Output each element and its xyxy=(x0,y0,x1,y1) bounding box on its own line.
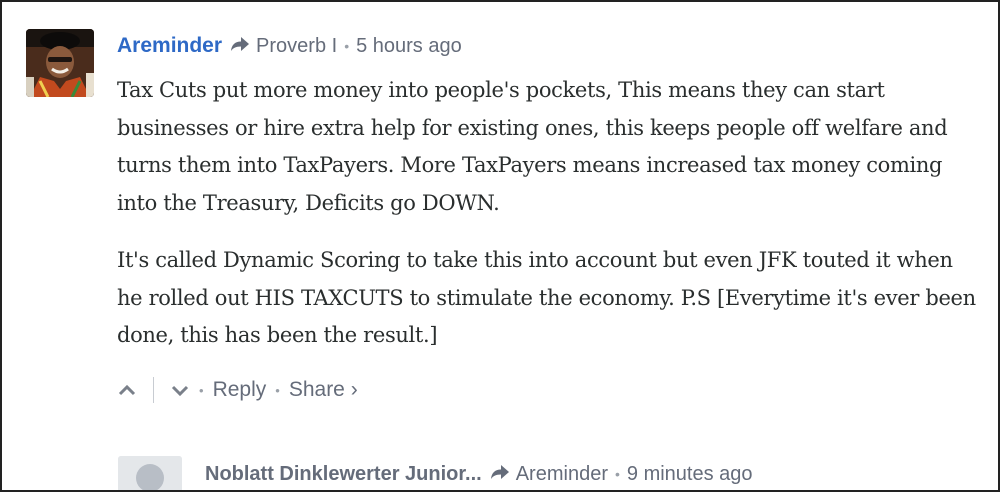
reply-comment-author[interactable]: Noblatt Dinklewerter Junior... xyxy=(205,463,482,486)
comment-actions: • Reply • Share › xyxy=(117,376,358,404)
comment-paragraph: Tax Cuts put more money into people's po… xyxy=(117,78,948,215)
comment-paragraph: It's called Dynamic Scoring to take this… xyxy=(117,248,976,347)
reply-comment-timestamp[interactable]: 9 minutes ago xyxy=(627,463,753,486)
comment-author[interactable]: Areminder xyxy=(117,34,222,58)
in-reply-to-user[interactable]: Areminder xyxy=(516,463,608,486)
default-avatar-icon xyxy=(118,456,182,490)
reply-button[interactable]: Reply xyxy=(213,378,267,402)
reply-comment-header: Noblatt Dinklewerter Junior... Areminder… xyxy=(205,461,753,487)
comment-body: Tax Cuts put more money into people's po… xyxy=(117,72,977,355)
user-photo xyxy=(26,29,94,97)
share-arrow-icon xyxy=(490,463,510,486)
separator-dot: • xyxy=(275,382,280,398)
avatar[interactable] xyxy=(26,29,94,97)
share-label: Share xyxy=(288,378,345,401)
downvote-button[interactable] xyxy=(170,380,190,400)
vote-divider xyxy=(153,377,154,403)
separator-dot: • xyxy=(614,466,620,482)
separator-dot: • xyxy=(199,382,204,398)
share-button[interactable]: Share › xyxy=(289,378,358,402)
avatar[interactable] xyxy=(118,456,182,490)
chevron-right-icon: › xyxy=(350,378,358,401)
in-reply-to-user[interactable]: Proverb I xyxy=(256,35,337,58)
chevron-down-icon xyxy=(171,385,189,397)
comment-timestamp[interactable]: 5 hours ago xyxy=(356,35,462,58)
share-arrow-icon xyxy=(230,35,250,58)
upvote-button[interactable] xyxy=(117,380,137,400)
comment-thread: Areminder Proverb I • 5 hours ago Tax Cu… xyxy=(0,0,1000,492)
chevron-up-icon xyxy=(118,384,136,396)
comment-header: Areminder Proverb I • 5 hours ago xyxy=(117,33,462,59)
separator-dot: • xyxy=(344,38,350,54)
